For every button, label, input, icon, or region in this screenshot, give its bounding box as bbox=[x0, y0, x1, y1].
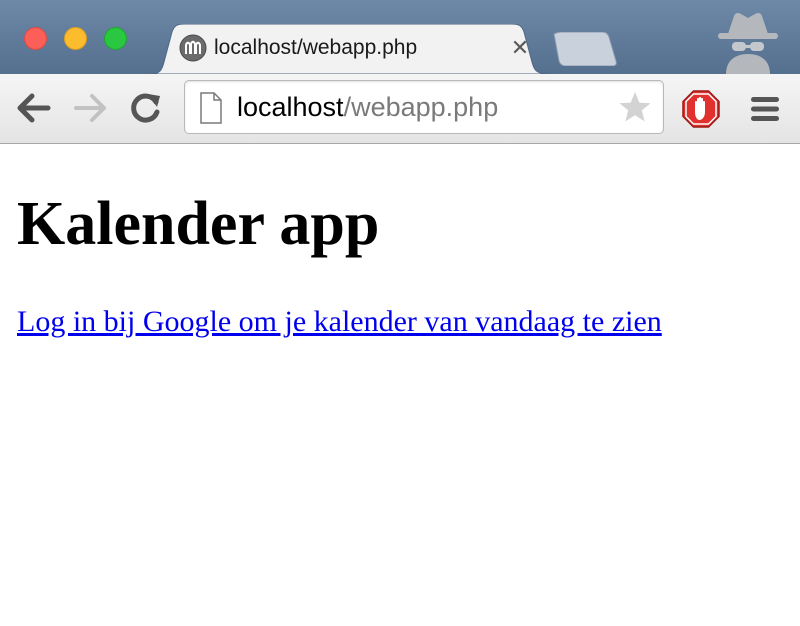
window-close-button[interactable] bbox=[24, 27, 47, 50]
reload-icon[interactable] bbox=[128, 90, 164, 126]
globe-icon bbox=[179, 34, 207, 62]
google-login-link[interactable]: Log in bij Google om je kalender van van… bbox=[17, 304, 662, 340]
tab-close-icon[interactable]: ✕ bbox=[508, 35, 532, 61]
browser-titlebar: localhost/webapp.php ✕ bbox=[0, 0, 800, 74]
page-heading: Kalender app bbox=[17, 190, 380, 258]
arrow-left-icon[interactable] bbox=[16, 90, 52, 126]
adblock-stop-hand-icon[interactable] bbox=[682, 90, 720, 128]
page-document-icon bbox=[200, 92, 222, 124]
browser-toolbar: localhost/webapp.php bbox=[0, 74, 800, 144]
tab-title: localhost/webapp.php bbox=[214, 36, 418, 59]
url-path: /webapp.php bbox=[343, 92, 499, 122]
new-tab-button[interactable] bbox=[552, 32, 618, 66]
star-icon[interactable] bbox=[618, 90, 652, 124]
arrow-right-icon[interactable] bbox=[72, 90, 108, 126]
incognito-icon bbox=[718, 12, 778, 74]
url-host: localhost bbox=[237, 92, 344, 122]
window-maximize-button[interactable] bbox=[104, 27, 127, 50]
address-bar[interactable]: localhost/webapp.php bbox=[184, 80, 664, 134]
page-content: Kalender app Log in bij Google om je kal… bbox=[0, 144, 800, 626]
hamburger-menu-icon[interactable] bbox=[748, 92, 782, 126]
window-minimize-button[interactable] bbox=[64, 27, 87, 50]
address-url[interactable]: localhost/webapp.php bbox=[237, 91, 498, 123]
